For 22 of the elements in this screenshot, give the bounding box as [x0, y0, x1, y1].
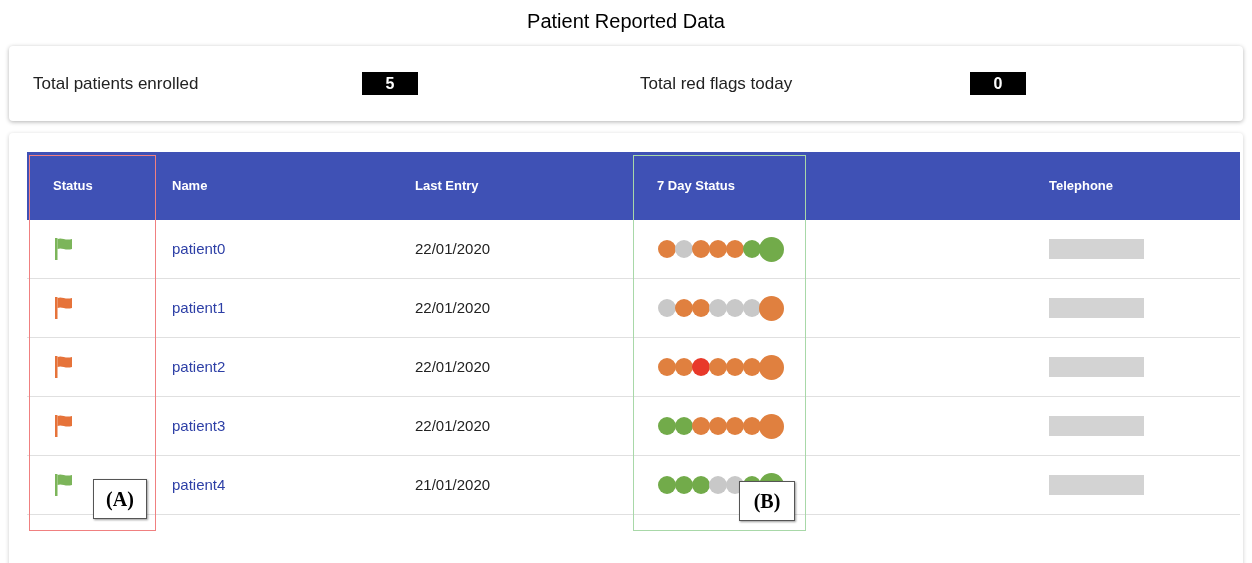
patient-link[interactable]: patient1: [172, 299, 226, 316]
count-badge: 0: [970, 72, 1026, 95]
column-header[interactable]: Last Entry: [398, 176, 640, 196]
column-header[interactable]: 7 Day Status: [640, 176, 1005, 196]
summary-label: Total red flags today: [640, 72, 794, 95]
patient-link[interactable]: patient2: [172, 358, 226, 375]
summary-label: Total patients enrolled: [33, 72, 200, 95]
column-header[interactable]: Telephone: [1005, 176, 1240, 196]
date-cell-text: 22/01/2020: [414, 356, 492, 377]
date-cell-text: 22/01/2020: [414, 297, 492, 318]
patient-link[interactable]: patient0: [172, 240, 226, 257]
date-cell-text: 22/01/2020: [414, 238, 492, 259]
column-header[interactable]: Status: [27, 176, 155, 196]
annotation-label: (A): [93, 479, 147, 519]
column-header[interactable]: Name: [155, 176, 398, 196]
patient-link[interactable]: patient3: [172, 417, 226, 434]
date-cell-text: 21/01/2020: [414, 474, 492, 495]
annotation-label: (B): [739, 481, 795, 521]
patient-link[interactable]: patient4: [172, 476, 226, 493]
date-cell-text: 22/01/2020: [414, 415, 492, 436]
count-badge: 5: [362, 72, 418, 95]
page-title: Patient Reported Data: [527, 9, 725, 34]
